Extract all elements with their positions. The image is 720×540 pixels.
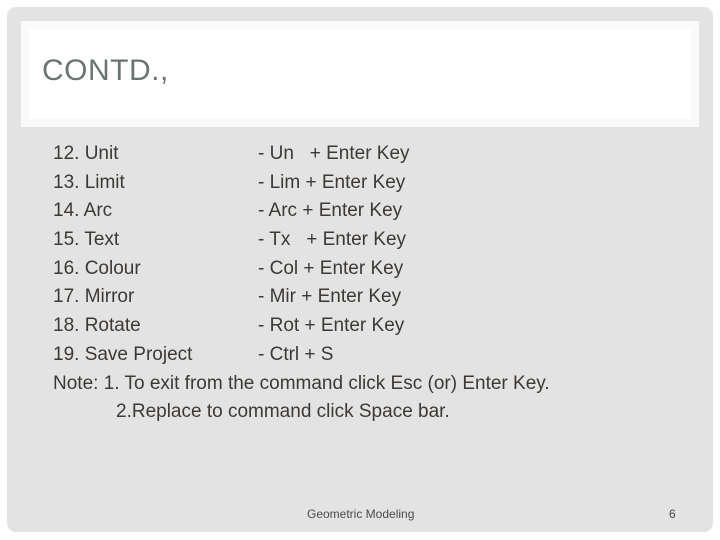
command-name: 14. Arc [53,200,113,221]
command-shortcut: - Arc + Enter Key [258,200,403,221]
note-line-1: Note: 1. To exit from the command click … [53,373,550,394]
command-shortcut: - Lim + Enter Key [258,172,406,193]
command-name: 19. Save Project [53,344,193,365]
command-name: 12. Unit [53,143,119,164]
command-shortcut: - Ctrl + S [258,344,334,365]
command-name: 17. Mirror [53,286,135,307]
command-name: 18. Rotate [53,315,141,336]
command-shortcut: - Un + Enter Key [258,143,410,164]
note-line-2: 2.Replace to command click Space bar. [116,401,450,422]
command-name: 15. Text [53,229,120,250]
command-name: 13. Limit [53,172,125,193]
footer-title: Geometric Modeling [307,507,415,521]
command-shortcut: - Mir + Enter Key [258,286,402,307]
command-shortcut: - Col + Enter Key [258,258,404,279]
command-shortcut: - Tx + Enter Key [258,229,407,250]
command-name: 16. Colour [53,258,141,279]
command-shortcut: - Rot + Enter Key [258,315,405,336]
page-number: 6 [669,507,676,521]
slide-title: CONTD., [42,54,169,87]
